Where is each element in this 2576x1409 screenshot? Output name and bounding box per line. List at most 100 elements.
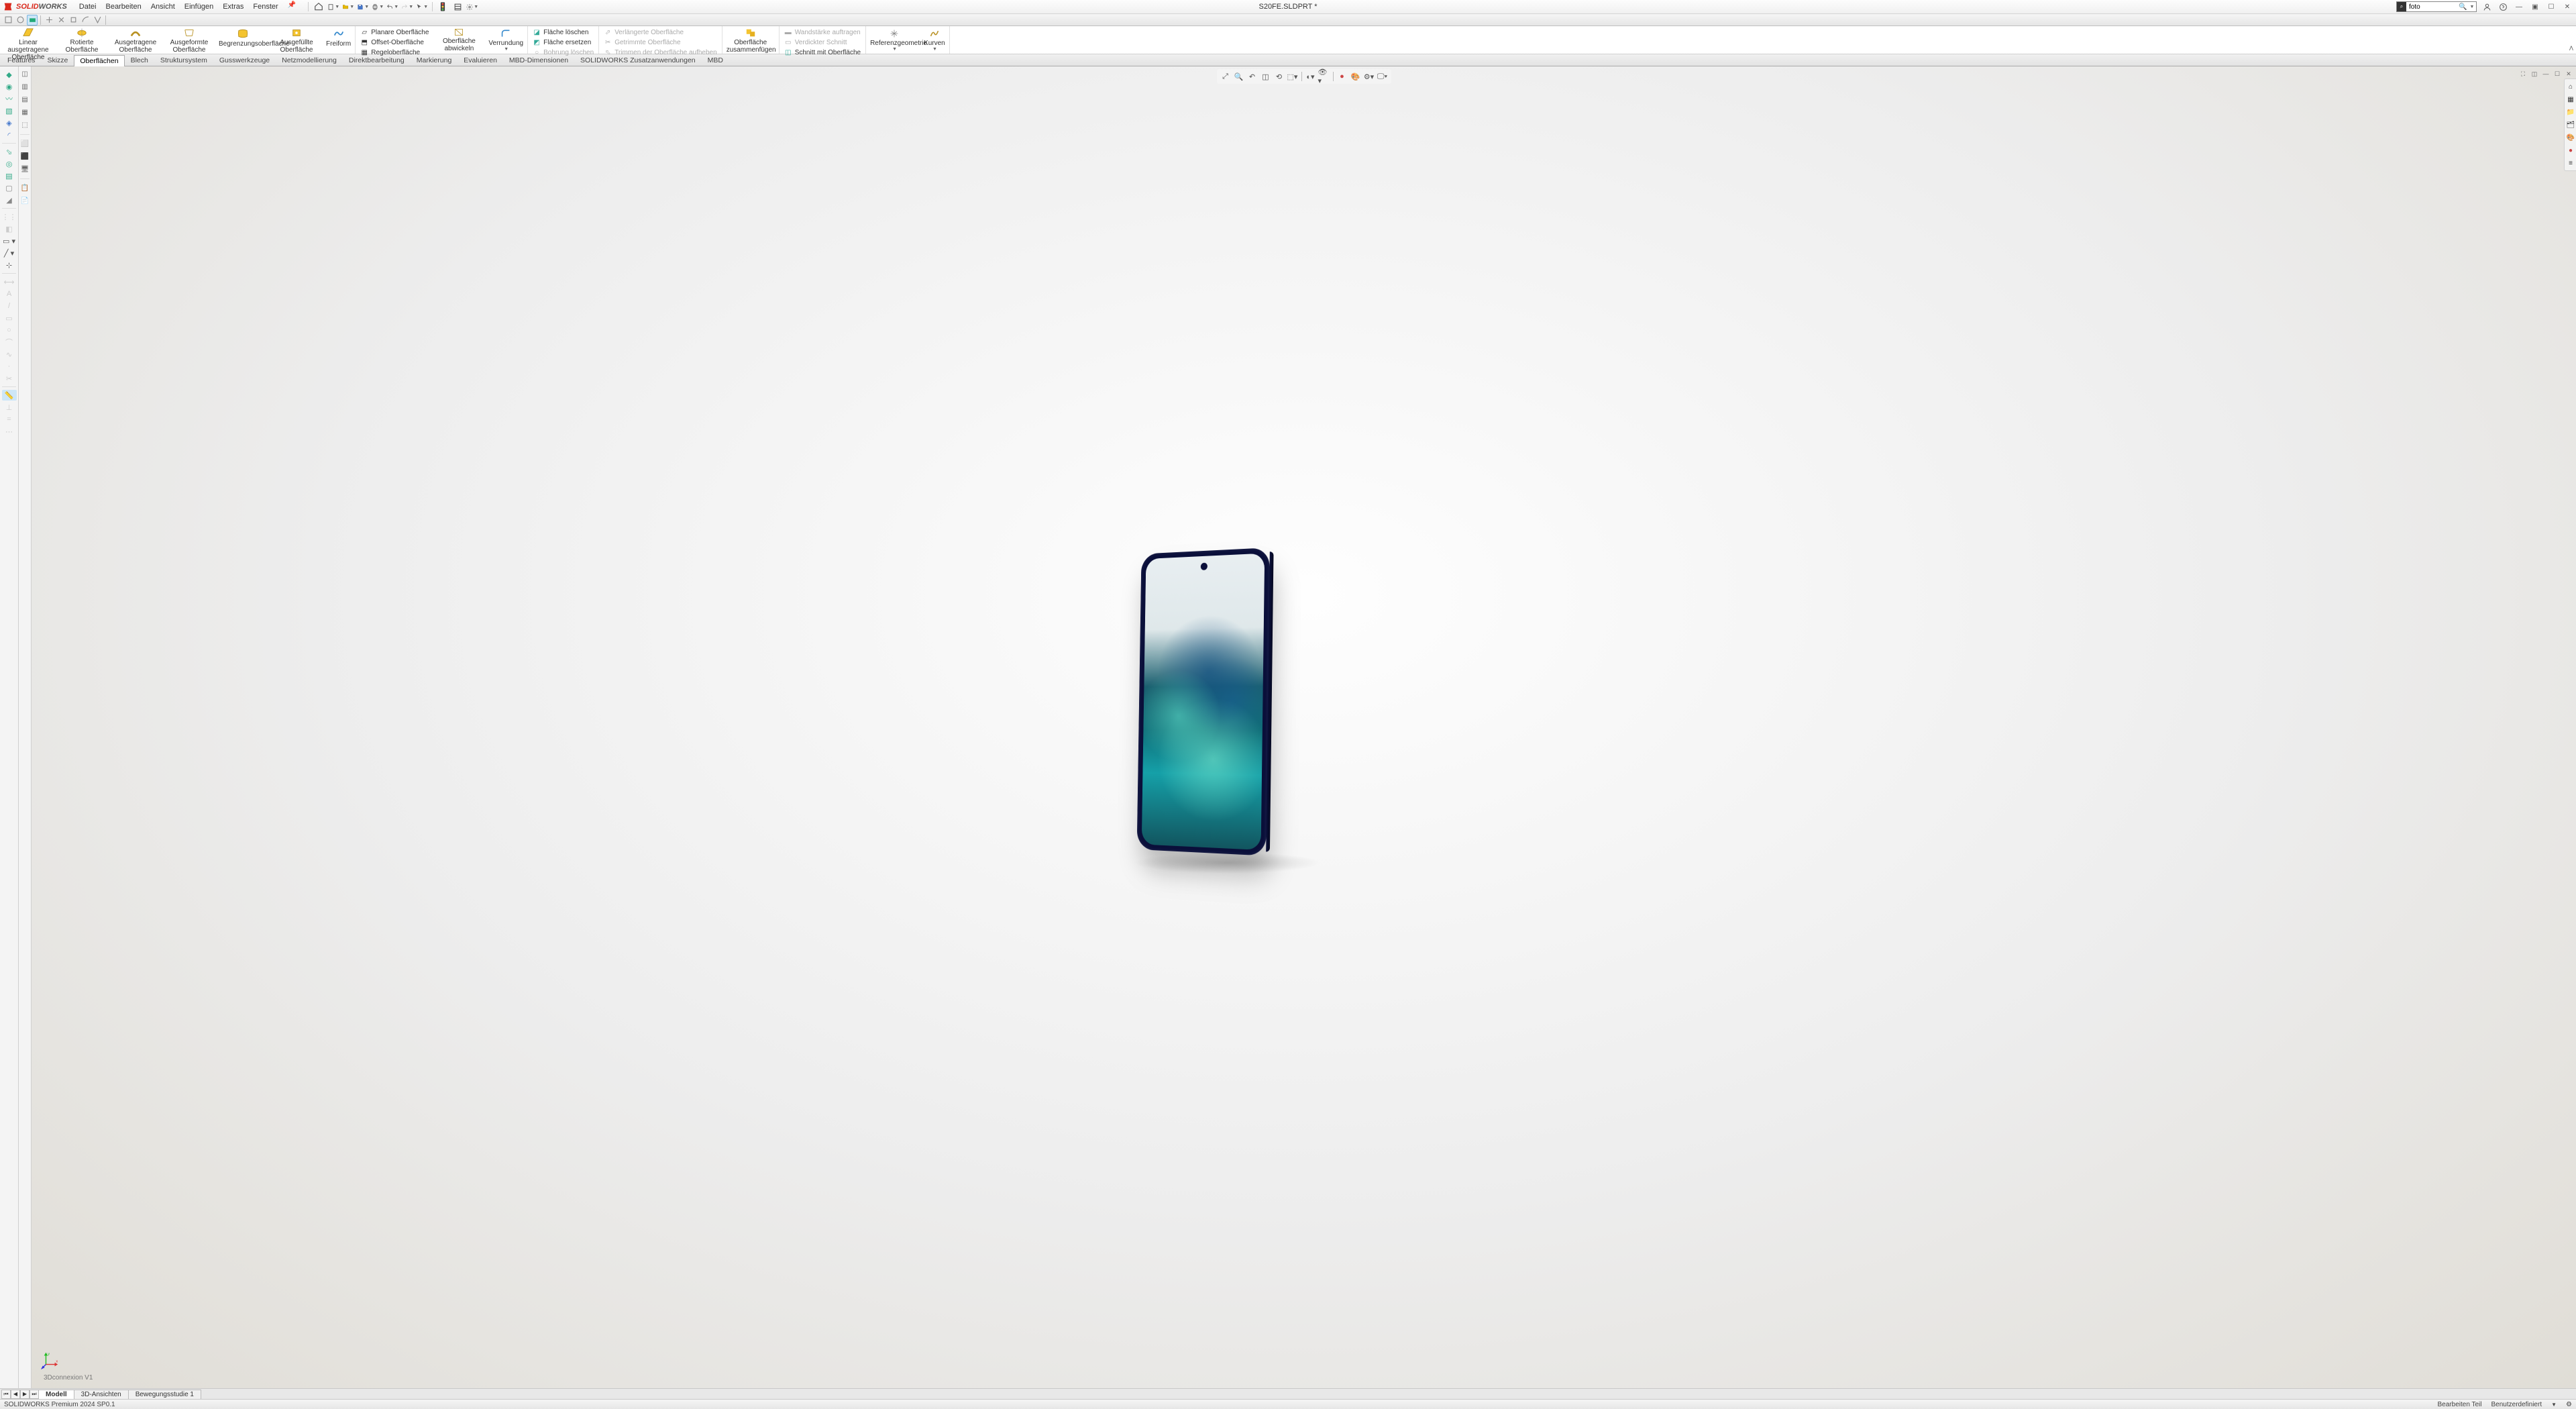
lbar-measure-icon[interactable]: 📏 [2,390,17,401]
lbar2-6-icon[interactable]: ⬜ [20,139,30,149]
coordinate-triad[interactable]: y x [41,1351,60,1369]
prev-view-icon[interactable]: ↶ [1246,70,1258,83]
swept-surface[interactable]: Ausgetragene Oberfläche [109,26,162,54]
vp-full-icon[interactable]: ⛶ [2518,69,2528,79]
macro-btn-5[interactable] [56,15,66,25]
lbar-pattern-icon[interactable]: ⋮⋮ [2,211,17,222]
flatten-surface[interactable]: Oberfläche abwickeln [432,26,486,54]
select-button[interactable]: ▼ [416,1,428,13]
tab-blech[interactable]: Blech [125,54,154,66]
menu-fenster[interactable]: Fenster [249,1,282,12]
view-settings-icon[interactable]: ⚙▾ [1363,70,1375,83]
lbar-mirror-icon[interactable]: ◧ [2,223,17,234]
phone-model[interactable] [1136,547,1269,856]
hide-show-icon[interactable]: 👁▾ [1318,70,1330,83]
settings-button[interactable]: ▼ [466,1,478,13]
macro-btn-8[interactable] [92,15,103,25]
lbar-hole-icon[interactable]: ◎ [2,158,17,169]
rpanel-appearances-icon[interactable]: ● [2565,145,2576,156]
filled-surface[interactable]: Ausgefüllte Oberfläche [270,26,323,54]
lofted-surface[interactable]: Ausgeformte Oberfläche [162,26,216,54]
undo-button[interactable]: ▼ [386,1,398,13]
search-icon[interactable]: 🔍 [2457,3,2469,11]
lbar2-2-icon[interactable]: ▥ [20,82,30,92]
macro-btn-7[interactable] [80,15,91,25]
lbar-misc-icon[interactable]: ⋯ [2,426,17,437]
lbar2-4-icon[interactable]: ▦ [20,107,30,117]
macro-btn-4[interactable] [44,15,54,25]
freeform[interactable]: Freiform [323,26,354,54]
render-tools-icon[interactable]: 🖵▾ [1377,70,1389,83]
lbar-circle-icon[interactable]: ○ [2,325,17,335]
vp-max-icon[interactable]: ☐ [2553,69,2562,79]
lbar2-9-icon[interactable]: 📋 [20,183,30,193]
lbar2-1-icon[interactable]: ◫ [20,69,30,79]
zoom-area-icon[interactable]: 🔍 [1233,70,1245,83]
lbar-extrude-icon[interactable]: ◆ [2,69,17,80]
close-button[interactable]: ✕ [2561,1,2573,13]
tab-gusswerkzeuge[interactable]: Gusswerkzeuge [213,54,276,66]
help-icon[interactable] [2497,1,2509,13]
lbar-rib-icon[interactable]: ▤ [2,170,17,181]
lbar-rect-icon[interactable]: ▭ [2,313,17,323]
lbar-sweep-icon[interactable]: 〰 [2,93,17,104]
btab-prev-icon[interactable]: ◀ [11,1390,20,1399]
cut-with-surface[interactable]: ◫Schnitt mit Oberfläche [783,48,862,57]
search-input[interactable] [2406,3,2457,11]
planar-surface[interactable]: ▱Planare Oberfläche [359,28,430,37]
lbar2-5-icon[interactable]: ⬚ [20,120,30,130]
vp-min-icon[interactable]: — [2541,69,2551,79]
lbar-line-icon[interactable]: / [2,301,17,311]
btab-first-icon[interactable]: ⏮ [1,1390,11,1399]
rpanel-file-explorer-icon[interactable]: 🗂 [2565,119,2576,130]
lbar2-10-icon[interactable]: 📄 [20,196,30,206]
lbar2-8-icon[interactable]: 🖥 [20,164,30,174]
lbar-revolve-icon[interactable]: ◉ [2,81,17,92]
btab-next-icon[interactable]: ▶ [20,1390,30,1399]
bottom-tab-modell[interactable]: Modell [38,1390,74,1399]
lbar-eval-icon[interactable]: ⊥ [2,402,17,413]
dynamic-icon[interactable]: ⟲ [1273,70,1285,83]
tab-oberflaechen[interactable]: Oberflächen [74,55,124,66]
print-button[interactable]: ▼ [372,1,384,13]
menu-extras[interactable]: Extras [219,1,248,12]
bottom-tab-bewegungsstudie[interactable]: Bewegungsstudie 1 [128,1390,201,1399]
restore-button[interactable]: ▣ [2529,1,2541,13]
rebuild-button[interactable]: 🚦 [437,1,449,13]
curves[interactable]: Kurven▼ [921,26,948,54]
save-button[interactable]: ▼ [357,1,369,13]
menu-ansicht[interactable]: Ansicht [147,1,179,12]
knit-surface[interactable]: Oberfläche zusammenfügen [724,26,777,54]
tab-struktursystem[interactable]: Struktursystem [154,54,213,66]
lbar-note-icon[interactable]: A [2,289,17,299]
lbar-spline-icon[interactable]: ∿ [2,349,17,360]
zoom-fit-icon[interactable]: ⤢ [1220,70,1232,83]
lbar-shell-icon[interactable]: ▢ [2,182,17,193]
section-view-icon[interactable]: ◫ [1260,70,1272,83]
status-lock-icon[interactable]: ⚙ [2566,1401,2572,1408]
revolved-surface[interactable]: Rotierte Oberfläche [55,26,109,54]
fillet[interactable]: Verrundung▼ [486,26,526,54]
lbar-cut-icon[interactable]: ⬂ [2,146,17,157]
reference-geometry[interactable]: Referenzgeometrie▼ [867,26,921,54]
vp-close-icon[interactable]: ✕ [2564,69,2573,79]
lbar-equal-icon[interactable]: = [2,414,17,425]
offset-surface[interactable]: ⬒Offset-Oberfläche [359,38,430,47]
home-button[interactable] [313,1,325,13]
lbar-arc-icon[interactable]: ⌒ [2,337,17,348]
menu-datei[interactable]: Datei [75,1,101,12]
display-style-icon[interactable]: ◐▾ [1305,70,1317,83]
rpanel-home-icon[interactable]: ⌂ [2565,81,2576,92]
tab-evaluieren[interactable]: Evaluieren [458,54,503,66]
boundary-surface[interactable]: Begrenzungsoberfläche [216,26,270,54]
redo-button[interactable]: ▼ [401,1,413,13]
new-button[interactable]: ▼ [327,1,339,13]
lbar-point-icon[interactable]: · [2,361,17,372]
macro-btn-1[interactable] [3,15,13,25]
linear-extrude-surface[interactable]: Linear ausgetragene Oberfläche [1,26,55,54]
lbar-ref-axis-icon[interactable]: ╱ ▾ [2,248,17,258]
lbar-coord-icon[interactable]: ⊹ [2,260,17,270]
rpanel-view-palette-icon[interactable]: 🎨 [2565,132,2576,143]
apply-scene-icon[interactable]: 🎨 [1350,70,1362,83]
delete-face[interactable]: ◪Fläche löschen [531,28,595,37]
